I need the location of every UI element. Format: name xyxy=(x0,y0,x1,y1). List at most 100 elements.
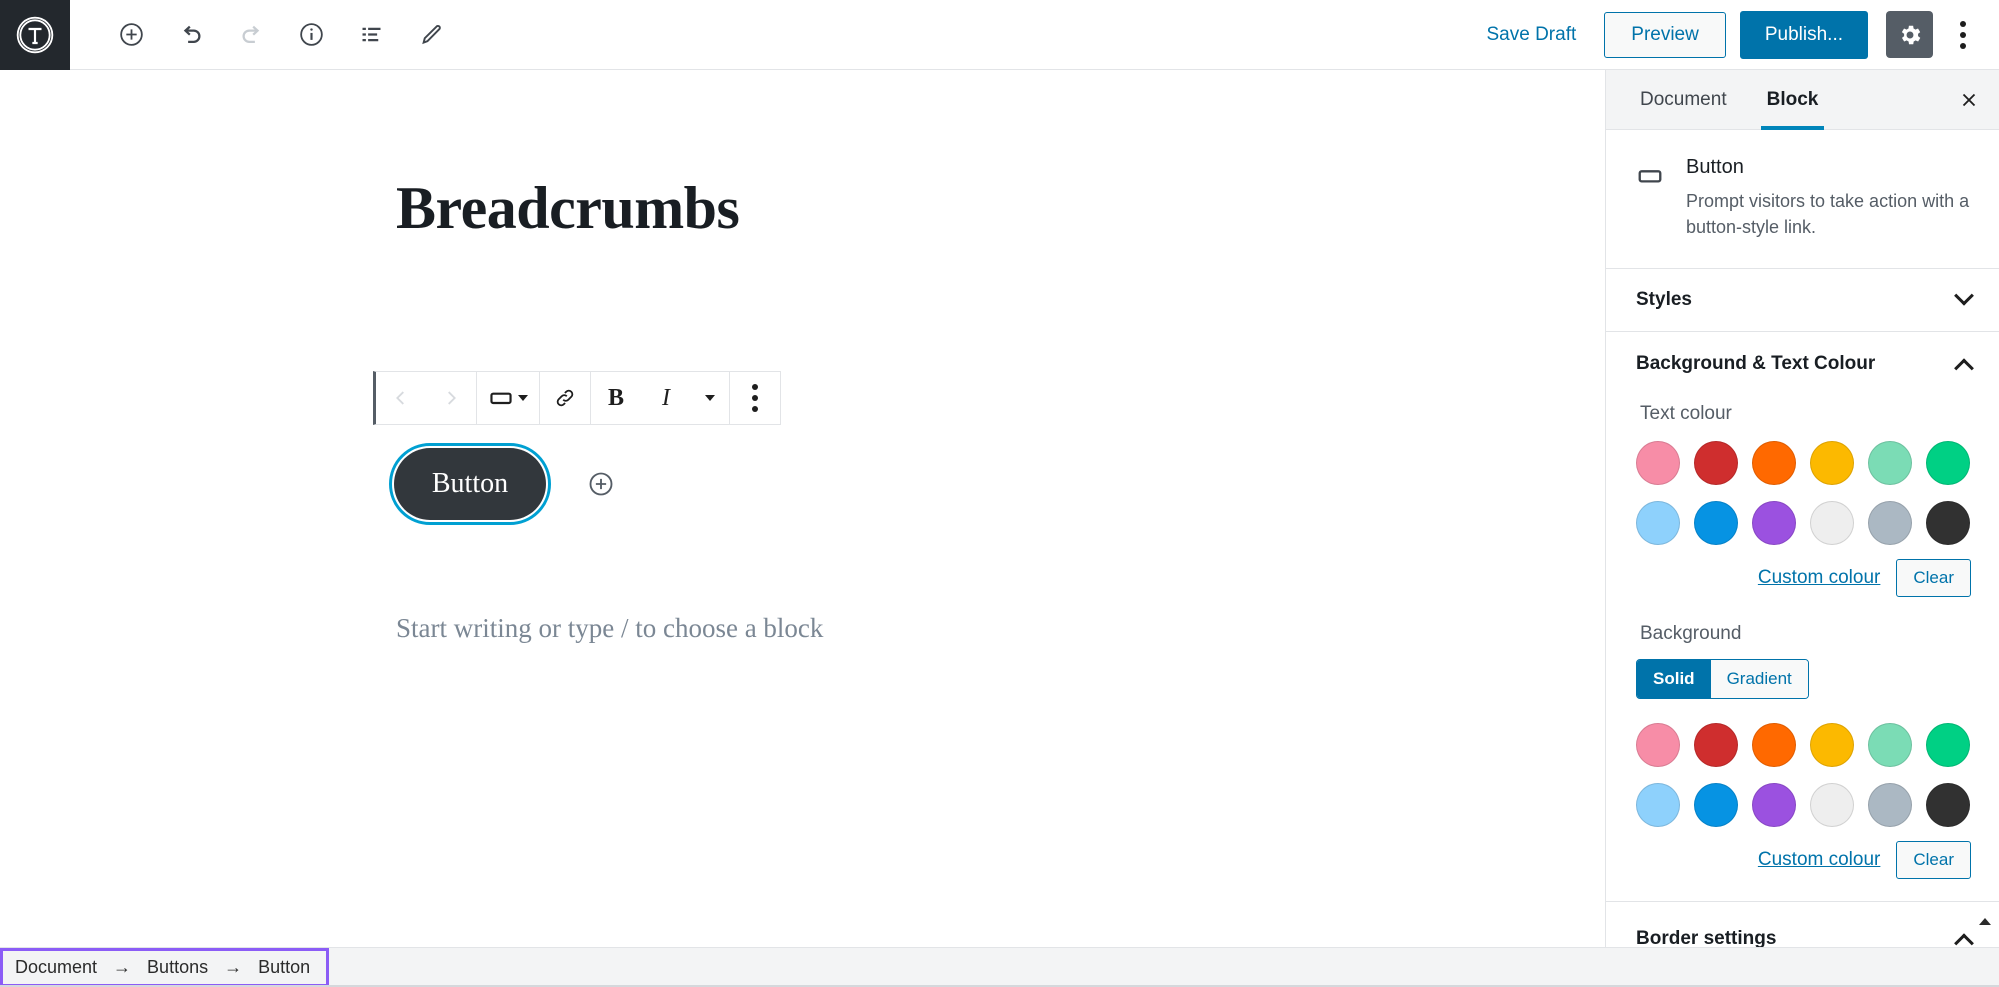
text-colour-swatch-very-light-gray[interactable] xyxy=(1810,501,1854,546)
text-colour-swatch-pale-cyan-blue[interactable] xyxy=(1636,501,1680,546)
chevron-up-icon xyxy=(1954,933,1974,947)
block-type-group xyxy=(477,372,540,424)
editor-top-toolbar: Save Draft Preview Publish... xyxy=(0,0,1999,70)
text-colour-swatch-luminous-vivid-orange[interactable] xyxy=(1752,441,1796,486)
breadcrumb-separator: → xyxy=(113,957,132,977)
block-card-description: Prompt visitors to take action with a bu… xyxy=(1686,191,1970,238)
more-formatting-icon[interactable] xyxy=(691,372,729,424)
editor-tools xyxy=(108,12,454,58)
background-colour-swatch-vivid-red[interactable] xyxy=(1694,723,1738,768)
panel-border-settings[interactable]: Border settings xyxy=(1606,902,1999,947)
background-colour-actions: Custom colour Clear xyxy=(1636,841,1971,880)
bold-icon[interactable]: B xyxy=(591,372,641,424)
text-colour-swatch-very-dark-gray[interactable] xyxy=(1926,501,1970,546)
background-colour-swatch-pale-cyan-blue[interactable] xyxy=(1636,783,1680,828)
breadcrumb-separator: → xyxy=(224,957,243,977)
gear-icon[interactable] xyxy=(1886,11,1933,58)
move-left-icon[interactable] xyxy=(376,372,426,424)
sidebar-tabs: Document Block xyxy=(1606,70,1999,130)
block-options-icon[interactable] xyxy=(730,372,780,424)
kebab-menu-icon[interactable] xyxy=(1943,11,1983,58)
block-options-group xyxy=(730,372,780,424)
default-block-placeholder[interactable]: Start writing or type / to choose a bloc… xyxy=(396,613,823,644)
italic-icon[interactable]: I xyxy=(641,372,691,424)
background-label: Background xyxy=(1640,623,1742,645)
block-card: Button Prompt visitors to take action wi… xyxy=(1606,130,1999,270)
background-colour-swatch-vivid-purple[interactable] xyxy=(1752,783,1796,828)
rich-text-group: B I xyxy=(591,372,730,424)
text-colour-actions: Custom colour Clear xyxy=(1636,559,1971,598)
text-colour-swatch-cyan-bluish-gray[interactable] xyxy=(1868,501,1912,546)
chevron-up-icon xyxy=(1954,358,1974,378)
block-card-text: Button Prompt visitors to take action wi… xyxy=(1686,156,1971,240)
breadcrumb-item-document[interactable]: Document xyxy=(15,957,97,978)
background-colour-swatch-vivid-cyan-blue[interactable] xyxy=(1694,783,1738,828)
add-block-icon[interactable] xyxy=(108,12,154,58)
button-block-icon[interactable] xyxy=(477,372,539,424)
wordpress-logo-icon[interactable] xyxy=(0,0,70,70)
page-title[interactable]: Breadcrumbs xyxy=(396,174,740,243)
text-custom-colour-link[interactable]: Custom colour xyxy=(1758,567,1881,589)
background-solid-tab[interactable]: Solid xyxy=(1637,660,1711,699)
text-colour-palette xyxy=(1636,441,1971,546)
background-clear-button[interactable]: Clear xyxy=(1896,841,1971,880)
link-icon[interactable] xyxy=(540,372,590,424)
background-colour-swatch-luminous-vivid-orange[interactable] xyxy=(1752,723,1796,768)
panel-styles-title: Styles xyxy=(1636,289,1692,311)
list-view-icon[interactable] xyxy=(348,12,394,58)
chevron-down-icon xyxy=(705,395,715,401)
tab-document[interactable]: Document xyxy=(1620,70,1747,129)
text-colour-swatch-vivid-green-cyan[interactable] xyxy=(1926,441,1970,486)
background-colour-swatch-luminous-vivid-amber[interactable] xyxy=(1810,723,1854,768)
save-draft-button[interactable]: Save Draft xyxy=(1473,16,1591,54)
tab-block[interactable]: Block xyxy=(1747,70,1839,130)
undo-icon[interactable] xyxy=(168,12,214,58)
text-clear-button[interactable]: Clear xyxy=(1896,559,1971,598)
background-custom-colour-link[interactable]: Custom colour xyxy=(1758,849,1881,871)
breadcrumb: Document → Buttons → Button xyxy=(0,948,330,987)
block-toolbar: B I xyxy=(373,371,781,425)
background-colour-swatch-vivid-green-cyan[interactable] xyxy=(1926,723,1970,768)
buttons-block: Button xyxy=(389,443,616,525)
link-group xyxy=(540,372,591,424)
text-colour-swatch-vivid-purple[interactable] xyxy=(1752,501,1796,546)
publish-button[interactable]: Publish... xyxy=(1739,10,1868,59)
editor-canvas: Breadcrumbs B I Button Start writing or … xyxy=(0,70,1605,947)
redo-icon[interactable] xyxy=(228,12,274,58)
text-colour-swatch-vivid-red[interactable] xyxy=(1694,441,1738,486)
kebab-dots xyxy=(752,384,758,412)
kebab-dots xyxy=(1960,20,1966,49)
text-colour-label: Text colour xyxy=(1640,403,1732,425)
text-colour-swatch-vivid-cyan-blue[interactable] xyxy=(1694,501,1738,546)
background-colour-swatch-pale-pink[interactable] xyxy=(1636,723,1680,768)
block-card-title: Button xyxy=(1686,156,1744,178)
info-icon[interactable] xyxy=(288,12,334,58)
background-colour-swatch-very-light-gray[interactable] xyxy=(1810,783,1854,828)
text-colour-swatch-luminous-vivid-amber[interactable] xyxy=(1810,441,1854,486)
panel-styles[interactable]: Styles xyxy=(1606,269,1999,333)
panel-background-text-colour[interactable]: Background & Text Colour xyxy=(1606,332,1999,395)
sidebar-scroll-indicator[interactable] xyxy=(1979,918,1991,925)
chevron-down-icon xyxy=(1954,286,1974,306)
breadcrumb-item-button[interactable]: Button xyxy=(258,957,310,978)
panel-background-text-colour-title: Background & Text Colour xyxy=(1636,352,1876,374)
preview-button[interactable]: Preview xyxy=(1604,11,1726,58)
pencil-icon[interactable] xyxy=(408,12,454,58)
text-colour-swatch-light-green-cyan[interactable] xyxy=(1868,441,1912,486)
text-colour-swatch-pale-pink[interactable] xyxy=(1636,441,1680,486)
add-block-circle-icon[interactable] xyxy=(586,469,616,499)
move-right-icon[interactable] xyxy=(426,372,476,424)
settings-sidebar: Document Block Button Prompt visitors to… xyxy=(1605,70,1999,947)
close-icon[interactable] xyxy=(1939,70,1999,129)
background-type-toggle: Solid Gradient xyxy=(1636,659,1809,700)
wordpress-block-editor: Save Draft Preview Publish... Breadcrumb… xyxy=(0,0,1999,987)
button-block[interactable]: Button xyxy=(389,443,551,525)
background-gradient-tab[interactable]: Gradient xyxy=(1710,660,1808,699)
block-mover-group xyxy=(376,372,477,424)
button-block-icon xyxy=(1636,162,1664,240)
background-text-colour-body: Text colour Custom colour Clear Backgrou… xyxy=(1606,403,1999,901)
background-colour-swatch-very-dark-gray[interactable] xyxy=(1926,783,1970,828)
breadcrumb-item-buttons[interactable]: Buttons xyxy=(147,957,208,978)
background-colour-swatch-cyan-bluish-gray[interactable] xyxy=(1868,783,1912,828)
background-colour-swatch-light-green-cyan[interactable] xyxy=(1868,723,1912,768)
